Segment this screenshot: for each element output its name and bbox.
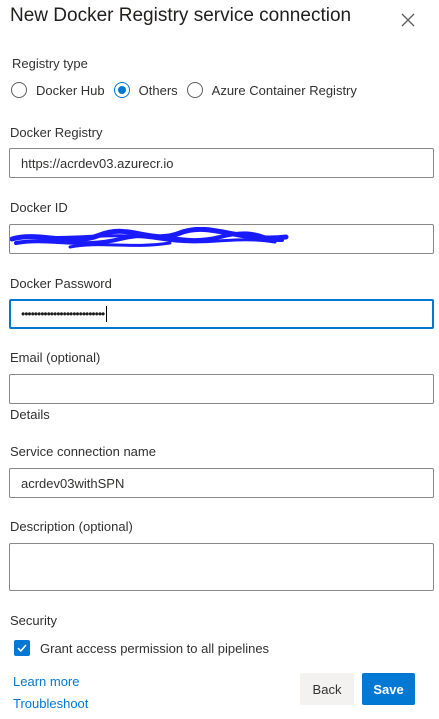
docker-password-label: Docker Password [10,276,112,291]
radio-acr-label: Azure Container Registry [211,82,357,98]
service-connection-name-value: acrdev03withSPN [21,475,125,491]
radio-docker-hub-label: Docker Hub [36,82,105,98]
docker-password-masked: •••••••••••••••••••••••••• [21,307,105,321]
description-textarea[interactable] [9,543,434,591]
service-connection-name-input[interactable]: acrdev03withSPN [9,468,434,498]
docker-registry-input[interactable]: https://acrdev03.azurecr.io [9,148,434,178]
checkmark-icon [17,644,27,653]
troubleshoot-link[interactable]: Troubleshoot [13,696,88,711]
grant-access-checkbox[interactable] [14,640,30,656]
service-connection-name-label: Service connection name [10,444,156,459]
docker-registry-label: Docker Registry [10,125,103,140]
back-button[interactable]: Back [300,673,354,705]
security-heading: Security [10,613,57,628]
registry-type-label: Registry type [12,56,88,71]
radio-docker-hub[interactable]: Docker Hub [11,82,105,98]
close-icon[interactable] [398,10,418,30]
docker-password-input[interactable]: •••••••••••••••••••••••••• [9,299,434,329]
dialog-title: New Docker Registry service connection [10,5,352,26]
docker-id-label: Docker ID [10,200,68,215]
details-heading: Details [10,407,50,422]
radio-acr-circle[interactable] [186,82,203,98]
email-input[interactable] [9,374,434,404]
radio-azure-container-registry[interactable]: Azure Container Registry [186,82,357,98]
service-connection-panel: New Docker Registry service connection R… [0,0,439,719]
radio-others-label: Others [138,82,178,98]
grant-access-row[interactable]: Grant access permission to all pipelines [14,640,269,656]
save-button[interactable]: Save [362,673,415,705]
email-label: Email (optional) [10,350,101,365]
radio-others[interactable]: Others [113,82,178,98]
redaction-scribble [10,227,289,249]
description-label: Description (optional) [10,519,133,534]
learn-more-link[interactable]: Learn more [13,674,79,689]
registry-type-radio-group: Docker Hub Others Azure Container Regist… [11,82,366,98]
text-caret [106,306,108,322]
grant-access-label: Grant access permission to all pipelines [40,640,270,656]
docker-registry-value: https://acrdev03.azurecr.io [21,155,174,171]
radio-docker-hub-circle[interactable] [11,82,27,98]
radio-others-circle[interactable] [113,82,130,98]
